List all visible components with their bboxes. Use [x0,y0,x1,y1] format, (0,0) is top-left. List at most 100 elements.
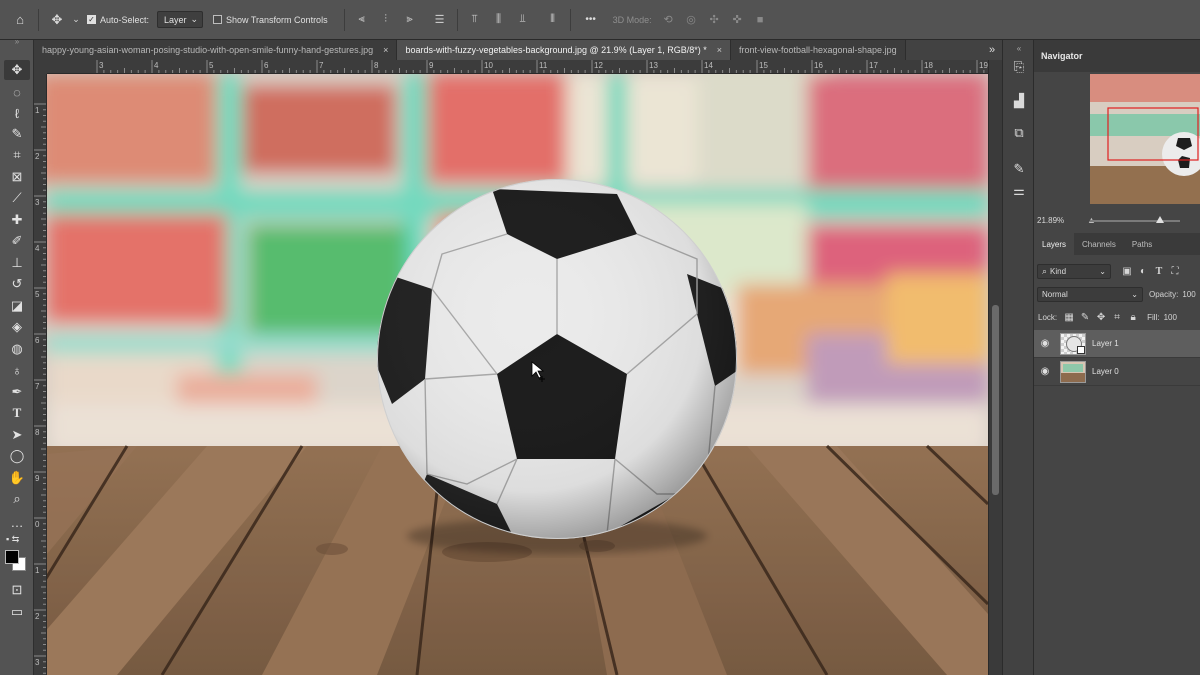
collapse-panels-icon[interactable]: « [1007,42,1031,54]
brush-tool-icon[interactable]: ✐ [4,231,30,251]
ruler-label: 11 [539,61,548,70]
auto-select-checkbox[interactable]: ✓ Auto-Select: [87,15,149,25]
navigator-zoom-value[interactable]: 21.89% [1037,216,1075,225]
zoom-tool-icon[interactable]: ⌕ [4,489,30,509]
filter-adjustment-icon[interactable]: ◐ [1135,266,1151,277]
navigator-zoom-slider[interactable] [1090,216,1180,223]
fill-value[interactable]: 100 [1164,313,1177,322]
pen-tool-icon[interactable]: ✒ [4,382,30,402]
ruler-label: 7 [319,61,324,70]
more-options-icon[interactable]: ••• [577,8,605,32]
tab-layers[interactable]: Layers [1034,233,1075,255]
lock-image-pixels-icon[interactable]: ✎ [1077,312,1093,323]
3d-scale-icon[interactable]: ■ [750,8,771,32]
divider [569,8,571,31]
distribute-vertical-icon[interactable]: ☰ [429,8,451,32]
ruler-left[interactable]: 1 2 3 4 5 6 7 8 9 0 1 2 3 [34,74,47,675]
ruler-label: 4 [154,61,159,70]
close-icon[interactable]: × [717,45,722,55]
distribute-horizontal-icon[interactable]: ⦀ [542,8,564,32]
tab-document-2[interactable]: boards-with-fuzzy-vegetables-background.… [397,40,731,60]
align-left-icon[interactable]: ⫷ [351,8,373,32]
3d-mode-label: 3D Mode: [612,14,652,25]
align-top-icon[interactable]: ⫪ [464,8,486,32]
layer-row-layer-1[interactable]: ◉ Layer 1 [1034,330,1200,358]
lock-position-icon[interactable]: ✥ [1093,312,1109,323]
hand-tool-icon[interactable]: ✋ [4,468,30,488]
eyedropper-tool-icon[interactable]: ⟋ [4,188,30,208]
auto-select-target-dropdown[interactable]: Layer ⌄ [157,11,204,28]
3d-pan-icon[interactable]: ✣ [704,8,725,32]
navigator-panel-header[interactable]: Navigator [1034,40,1200,72]
lock-all-icon[interactable]: 🔒︎ [1125,312,1141,323]
move-tool-icon[interactable]: ✥ [4,60,30,80]
3d-roll-icon[interactable]: ◎ [681,8,702,32]
3d-slide-icon[interactable]: ✜ [727,8,748,32]
history-panel-icon[interactable]: ⎘ [1007,56,1031,78]
eraser-tool-icon[interactable]: ◪ [4,296,30,316]
history-brush-tool-icon[interactable]: ↺ [4,274,30,294]
tool-preset-chevron-icon[interactable]: ⌄ [69,8,83,32]
filter-shape-icon[interactable]: ⛶ [1167,266,1183,277]
opacity-value[interactable]: 100 [1182,290,1195,299]
quick-mask-icon[interactable]: ⊡ [4,580,30,600]
blur-tool-icon[interactable]: ◍ [4,339,30,359]
tab-document-3[interactable]: front-view-football-hexagonal-shape.jpg [730,40,906,60]
align-vertical-center-icon[interactable]: ⫼ [488,8,510,32]
lock-artboard-icon[interactable]: ⌗ [1109,312,1125,323]
ruler-top[interactable]: 3 4 5 6 7 8 9 10 11 12 13 14 15 16 17 18 19 [47,60,988,74]
clone-stamp-tool-icon[interactable]: ⊥ [4,253,30,273]
tab-document-1[interactable]: happy-young-asian-woman-posing-studio-wi… [34,40,398,60]
dodge-tool-icon[interactable]: ♁ [4,360,30,380]
align-bottom-icon[interactable]: ⫫ [512,8,534,32]
lock-transparent-pixels-icon[interactable]: ▦ [1061,312,1077,323]
frame-tool-icon[interactable]: ⊠ [4,167,30,187]
lasso-tool-icon[interactable]: ℓ [4,103,30,123]
layer-name[interactable]: Layer 0 [1092,367,1119,376]
layer-name[interactable]: Layer 1 [1092,339,1119,348]
type-tool-icon[interactable]: T [4,403,30,423]
ruler-label: 0 [35,520,40,529]
libraries-panel-icon[interactable]: ⧉ [1007,122,1031,144]
eye-icon[interactable]: ◉ [1034,338,1056,349]
blend-mode-dropdown[interactable]: Normal ⌄ [1037,286,1143,302]
marquee-tool-icon[interactable]: ◌ [4,82,30,102]
document-canvas[interactable] [47,74,988,675]
canvas-vertical-scrollbar[interactable] [988,60,1002,675]
home-icon[interactable]: ⌂ [8,8,32,32]
path-selection-tool-icon[interactable]: ➤ [4,425,30,445]
layer-thumbnail[interactable] [1060,332,1086,355]
show-transform-checkbox[interactable]: Show Transform Controls [213,15,328,25]
healing-brush-tool-icon[interactable]: ✚ [4,210,30,230]
navigator-thumbnail[interactable] [1090,74,1200,204]
align-horizontal-center-icon[interactable]: ⫶ [375,8,397,32]
screen-mode-icon[interactable]: ▭ [4,602,30,622]
filter-pixel-icon[interactable]: ▣ [1119,266,1135,277]
brush-settings-panel-icon[interactable]: ✎ [1007,158,1031,180]
quick-select-tool-icon[interactable]: ✎ [4,124,30,144]
tab-paths[interactable]: Paths [1124,233,1160,255]
foreground-color-swatch[interactable] [5,550,19,564]
close-icon[interactable]: × [383,45,388,55]
layer-thumbnail[interactable] [1060,360,1086,383]
histogram-panel-icon[interactable]: ▟ [1007,90,1031,112]
3d-orbit-icon[interactable]: ⟲ [658,8,679,32]
edit-toolbar-icon[interactable]: … [4,512,30,532]
scrollbar-thumb[interactable] [992,305,999,495]
layer-filter-kind-dropdown[interactable]: ⌕ Kind ⌄ [1037,263,1111,279]
blend-row: Normal ⌄ Opacity: 100 [1034,283,1200,305]
swap-colors-icon[interactable]: ▪ ⇆ [4,533,30,545]
align-right-icon[interactable]: ⫸ [399,8,421,32]
filter-type-icon[interactable]: T [1151,266,1167,277]
properties-panel-icon[interactable]: ⚌ [1007,180,1031,202]
toolbar-collapse-icon[interactable]: » [4,36,30,46]
layer-row-layer-0[interactable]: ◉ Layer 0 [1034,358,1200,386]
tab-channels[interactable]: Channels [1074,233,1124,255]
crop-tool-icon[interactable]: ⌗ [4,145,30,165]
move-tool-icon[interactable]: ✥ [45,8,69,32]
tabs-overflow-icon[interactable]: » [982,40,1002,60]
zoom-slider-handle[interactable] [1156,216,1164,223]
eye-icon[interactable]: ◉ [1034,366,1056,377]
shape-tool-icon[interactable]: ◯ [4,446,30,466]
paint-bucket-tool-icon[interactable]: ◈ [4,317,30,337]
